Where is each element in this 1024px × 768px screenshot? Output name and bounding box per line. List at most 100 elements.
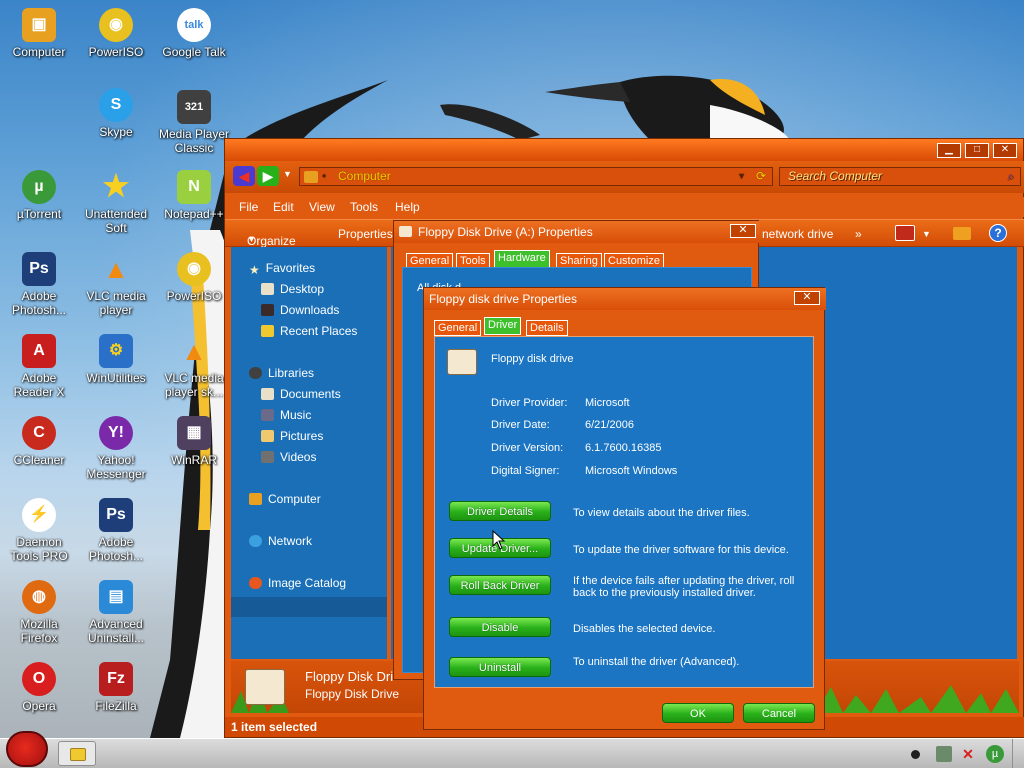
dialog-title: Floppy Disk Drive (A:) Properties bbox=[418, 225, 593, 239]
desktop-icon-label: VLC media player bbox=[86, 289, 146, 317]
driver-details-button[interactable]: Driver Details bbox=[449, 501, 551, 521]
desktop-icon-opera[interactable]: O Opera bbox=[1, 662, 77, 713]
nav-pictures[interactable]: Pictures bbox=[261, 429, 323, 443]
properties-button[interactable]: Properties bbox=[338, 227, 393, 241]
nav-network[interactable]: Network bbox=[249, 534, 312, 548]
roll-back-driver-button[interactable]: Roll Back Driver bbox=[449, 575, 551, 595]
nav-label: Pictures bbox=[280, 429, 324, 443]
desktop-icon-advanced-uninstaller[interactable]: ▤ Advanced Uninstall... bbox=[78, 580, 154, 645]
computer-icon bbox=[249, 493, 262, 505]
nav-libraries[interactable]: Libraries bbox=[249, 366, 314, 380]
nav-downloads[interactable]: Downloads bbox=[261, 303, 339, 317]
tab-hardware[interactable]: Hardware bbox=[494, 250, 550, 268]
address-input[interactable]: • Computer ▼ ⟳ bbox=[299, 167, 773, 186]
desktop-icon-vlc-skins[interactable]: ▲ VLC media player sk... bbox=[156, 334, 232, 399]
desktop-icon-poweriso[interactable]: ◉ PowerISO bbox=[78, 8, 154, 59]
desktop-icon-winutilities[interactable]: ⚙ WinUtilities bbox=[78, 334, 154, 385]
desktop-icon-poweriso-2[interactable]: ◉ PowerISO bbox=[156, 252, 232, 303]
google-talk-icon: talk bbox=[177, 8, 211, 42]
image-catalog-icon bbox=[249, 577, 262, 589]
vlc-cone-icon: ▲ bbox=[181, 336, 207, 366]
taskbar-explorer-button[interactable] bbox=[58, 741, 96, 766]
desktop-icon-vlc[interactable]: ▲ VLC media player bbox=[78, 252, 154, 317]
desktop-icon-google-talk[interactable]: talk Google Talk bbox=[156, 8, 232, 59]
cancel-button[interactable]: Cancel bbox=[743, 703, 815, 723]
disable-button[interactable]: Disable bbox=[449, 617, 551, 637]
nav-documents[interactable]: Documents bbox=[261, 387, 341, 401]
map-network-drive-button[interactable]: network drive bbox=[762, 227, 833, 241]
nav-favorites[interactable]: ★ Favorites bbox=[249, 261, 315, 277]
gear-icon: ⚙ bbox=[99, 334, 133, 368]
desktop-icon-skype[interactable]: S Skype bbox=[78, 88, 154, 139]
desktop-icon-filezilla[interactable]: Fz FileZilla bbox=[78, 662, 154, 713]
floppy-drive-icon bbox=[245, 669, 285, 705]
taskbar: ✕ µ bbox=[0, 731, 1024, 768]
desktop-icon-adobe-photoshop-2[interactable]: Ps Adobe Photosh... bbox=[78, 498, 154, 563]
uninstall-button[interactable]: Uninstall bbox=[449, 657, 551, 677]
desktop-icon-daemon-tools[interactable]: ⚡ Daemon Tools PRO bbox=[1, 498, 77, 563]
desktop-icon-yahoo-messenger[interactable]: Y! Yahoo! Messenger bbox=[78, 416, 154, 481]
nav-label: Videos bbox=[280, 450, 317, 464]
tab-details[interactable]: Details bbox=[526, 320, 568, 336]
menu-view[interactable]: View bbox=[309, 200, 335, 214]
dialog-title: Floppy disk drive Properties bbox=[429, 292, 578, 306]
skype-icon: S bbox=[99, 88, 133, 122]
maximize-button[interactable]: □ bbox=[965, 143, 989, 158]
uninstaller-icon: ▤ bbox=[99, 580, 133, 614]
driver-details-desc: To view details about the driver files. bbox=[573, 507, 750, 519]
desktop-icon-utorrent[interactable]: µ µTorrent bbox=[1, 170, 77, 221]
view-dropdown-icon[interactable]: ▼ bbox=[922, 229, 931, 239]
desktop-icon-label: PowerISO bbox=[166, 289, 222, 303]
tray-network-error-icon[interactable]: ✕ bbox=[960, 746, 976, 762]
more-commands-icon[interactable]: » bbox=[855, 227, 862, 241]
tray-utorrent-icon[interactable]: µ bbox=[986, 745, 1004, 763]
back-button[interactable]: ◀ bbox=[233, 166, 255, 186]
start-button-angry-bird-icon[interactable] bbox=[6, 731, 48, 767]
minimize-button[interactable]: ▁ bbox=[937, 143, 961, 158]
nav-desktop[interactable]: Desktop bbox=[261, 282, 324, 296]
tray-record-icon[interactable] bbox=[911, 750, 920, 759]
forward-button[interactable]: ▶ bbox=[257, 166, 279, 186]
vlc-cone-icon: ▲ bbox=[103, 254, 129, 284]
status-text: 1 item selected bbox=[231, 720, 318, 734]
tab-general[interactable]: General bbox=[434, 320, 482, 336]
ok-button[interactable]: OK bbox=[662, 703, 734, 723]
desktop-icon-label: Adobe Reader X bbox=[13, 371, 65, 399]
close-button[interactable]: ✕ bbox=[794, 291, 820, 305]
help-icon[interactable]: ? bbox=[989, 224, 1007, 242]
desktop-icon-label: Adobe Photosh... bbox=[11, 289, 67, 317]
desktop-icon-label: VLC media player sk... bbox=[164, 371, 224, 399]
menu-file[interactable]: File bbox=[239, 200, 258, 214]
desktop-icon-adobe-photoshop[interactable]: Ps Adobe Photosh... bbox=[1, 252, 77, 317]
desktop-icon-ccleaner[interactable]: C CCleaner bbox=[1, 416, 77, 467]
desktop-icon-firefox[interactable]: ◍ Mozilla Firefox bbox=[1, 580, 77, 645]
tray-safely-remove-icon[interactable] bbox=[936, 746, 952, 762]
nav-videos[interactable]: Videos bbox=[261, 450, 316, 464]
tray-show-desktop-button[interactable] bbox=[1012, 739, 1024, 768]
preview-pane-icon[interactable] bbox=[953, 227, 971, 240]
nav-computer[interactable]: Computer bbox=[249, 492, 321, 506]
desktop-icon-computer[interactable]: ▣ Computer bbox=[1, 8, 77, 59]
nav-selection-highlight bbox=[231, 597, 387, 617]
menu-help[interactable]: Help bbox=[395, 200, 420, 214]
menu-tools[interactable]: Tools bbox=[350, 200, 378, 214]
search-icon: ⌕ bbox=[1007, 169, 1014, 183]
desktop-icon-unattended-soft[interactable]: ★ Unattended Soft bbox=[78, 170, 154, 236]
address-dropdown-icon[interactable]: ▼ bbox=[737, 168, 746, 185]
desktop-icon-adobe-reader[interactable]: A Adobe Reader X bbox=[1, 334, 77, 399]
view-options-icon[interactable] bbox=[895, 225, 915, 241]
menu-edit[interactable]: Edit bbox=[273, 200, 294, 214]
nav-music[interactable]: Music bbox=[261, 408, 311, 422]
recent-pages-chevron-icon[interactable]: ▼ bbox=[283, 169, 292, 179]
desktop-icon-winrar[interactable]: ▦ WinRAR bbox=[156, 416, 232, 467]
desktop-icon-notepadpp[interactable]: N Notepad++ bbox=[156, 170, 232, 221]
search-input[interactable]: Search Computer ⌕ bbox=[779, 167, 1021, 186]
nav-recent-places[interactable]: Recent Places bbox=[261, 324, 357, 338]
desktop-icon-media-player-classic[interactable]: 321 Media Player Classic bbox=[156, 90, 232, 155]
nav-image-catalog[interactable]: Image Catalog bbox=[249, 576, 346, 590]
refresh-icon[interactable]: ⟳ bbox=[756, 168, 766, 185]
close-button[interactable]: ✕ bbox=[993, 143, 1017, 158]
utorrent-icon: µ bbox=[22, 170, 56, 204]
tab-driver[interactable]: Driver bbox=[484, 317, 522, 335]
close-button[interactable]: ✕ bbox=[730, 224, 756, 238]
